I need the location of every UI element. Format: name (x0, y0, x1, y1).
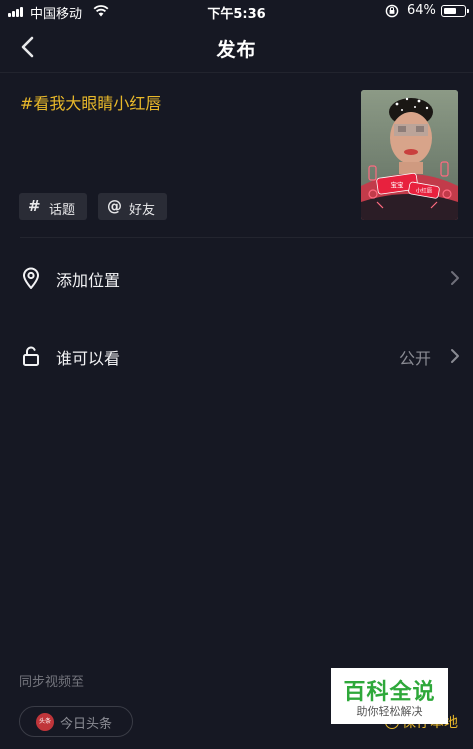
watermark-title: 百科全说 (343, 680, 436, 705)
add-location-row[interactable]: 添加位置 (0, 253, 473, 303)
nav-divider (0, 72, 473, 73)
who-can-see-label: 谁可以看 (56, 349, 121, 368)
battery-icon (441, 5, 469, 17)
battery-percent: 64% (407, 3, 436, 18)
friends-chip-label: 好友 (129, 203, 156, 218)
privacy-value: 公开 (398, 349, 431, 368)
hashtag-icon: # (28, 197, 41, 215)
at-icon: @ (107, 197, 122, 215)
sync-toutiao-button[interactable]: 头条 今日头条 (19, 706, 133, 737)
add-location-label: 添加位置 (56, 271, 121, 290)
sync-label: 同步视频至 (19, 675, 85, 690)
topic-chip-label: 话题 (49, 203, 76, 218)
nav-bar: 发布 (0, 22, 473, 72)
sticker-text-2: 小红唇 (416, 187, 433, 195)
video-cover-thumbnail[interactable]: 宝宝 小红唇 (361, 90, 458, 220)
who-can-see-row[interactable]: 谁可以看 公开 (0, 331, 473, 381)
page-title: 发布 (216, 39, 257, 61)
rotation-lock-icon (385, 4, 399, 18)
watermark-subtitle: 助你轻松解决 (356, 705, 423, 718)
sync-toutiao-label: 今日头条 (60, 717, 113, 732)
location-pin-icon (23, 267, 39, 289)
sticker-text-1: 宝宝 (391, 180, 405, 189)
toutiao-logo-icon: 头条 (36, 713, 54, 731)
caption-text[interactable]: #看我大眼睛小红唇 (20, 90, 161, 114)
status-bar: 中国移动 下午5:36 64% (0, 0, 473, 22)
watermark-logo: 百科全说 助你轻松解决 (331, 668, 448, 724)
status-time: 下午5:36 (207, 7, 266, 22)
section-divider (20, 237, 473, 238)
chevron-right-icon (451, 271, 459, 285)
friends-chip[interactable]: @ 好友 (98, 193, 167, 220)
chevron-right-icon (451, 349, 459, 363)
topic-chip[interactable]: # 话题 (19, 193, 87, 220)
unlock-icon (23, 346, 39, 366)
